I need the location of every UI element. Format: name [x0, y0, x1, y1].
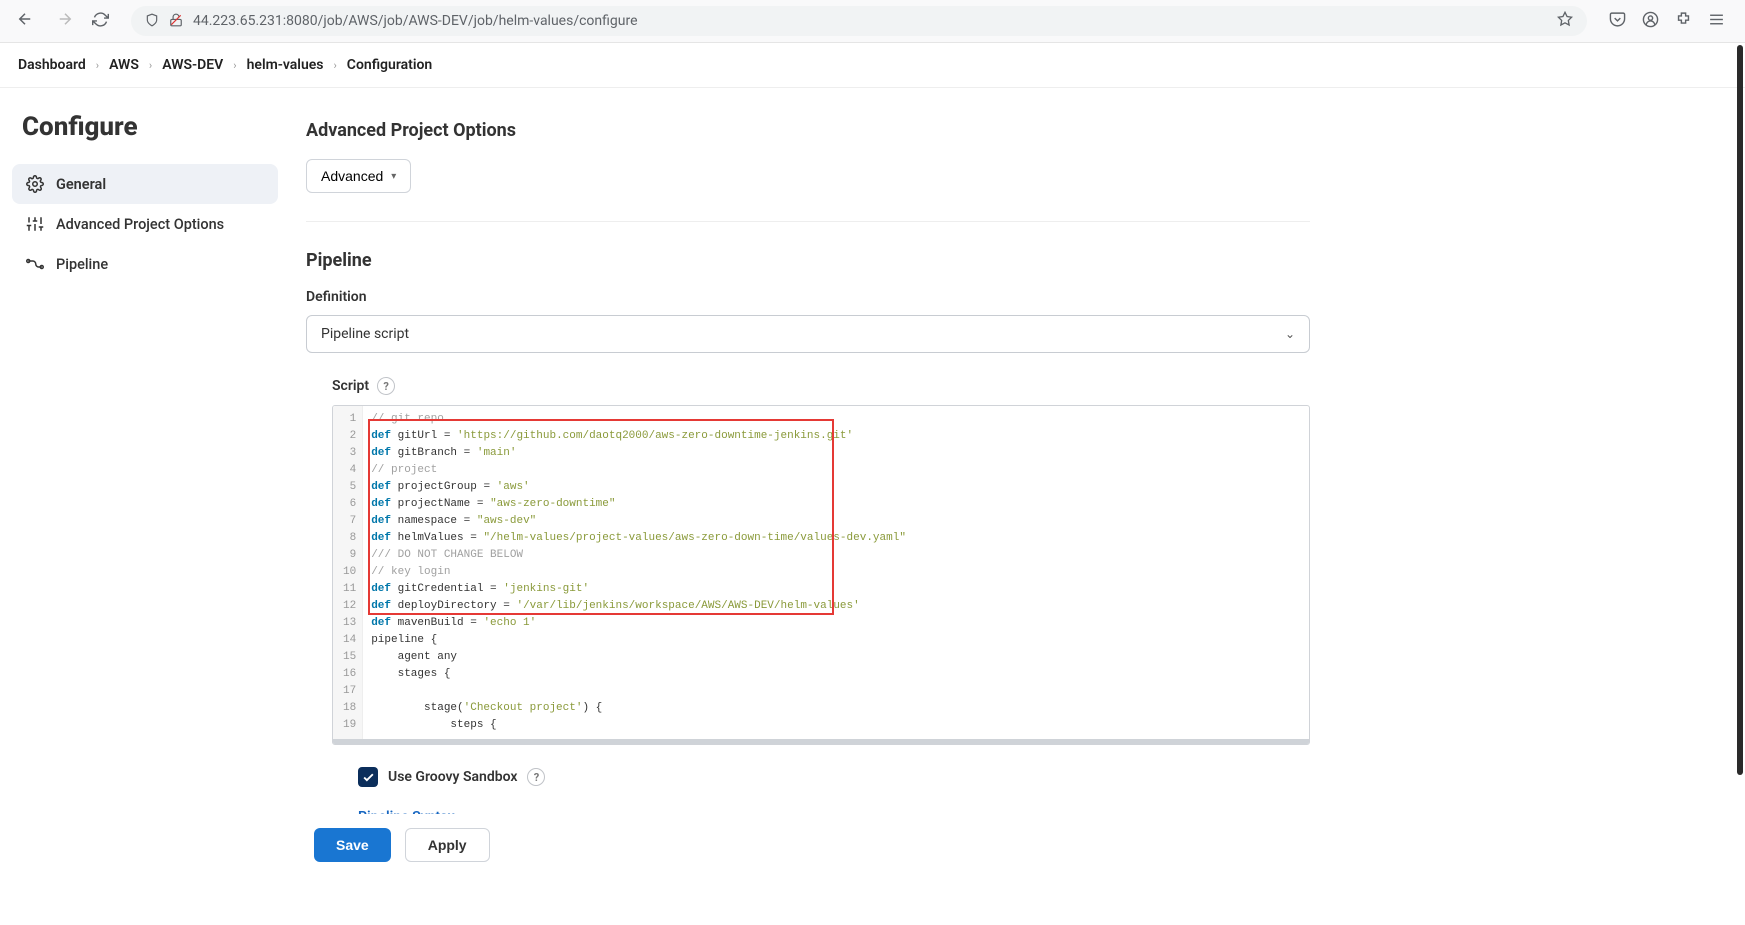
insecure-icon [169, 12, 183, 31]
breadcrumb-item[interactable]: Configuration [347, 57, 432, 73]
gear-icon [26, 175, 44, 193]
pipeline-icon [26, 255, 44, 273]
page-title: Configure [22, 112, 278, 142]
browser-toolbar: 44.223.65.231:8080/job/AWS/job/AWS-DEV/j… [0, 0, 1745, 43]
chevron-right-icon: › [149, 59, 152, 72]
apply-button[interactable]: Apply [405, 828, 490, 862]
action-bar: Save Apply [290, 814, 1745, 876]
chevron-right-icon: › [96, 59, 99, 72]
pocket-icon[interactable] [1609, 11, 1626, 32]
sidebar: Configure General Advanced Project Optio… [0, 88, 290, 925]
save-button[interactable]: Save [314, 828, 391, 862]
sidebar-item-advanced[interactable]: Advanced Project Options [12, 204, 278, 244]
divider [306, 221, 1310, 222]
help-icon[interactable]: ? [377, 377, 395, 395]
editor-resize-handle[interactable] [333, 739, 1309, 744]
shield-icon [145, 12, 159, 31]
line-gutter: 12345678910111213141516171819 [333, 406, 363, 739]
chevron-right-icon: › [333, 59, 336, 72]
section-heading-advanced: Advanced Project Options [306, 120, 1310, 141]
advanced-toggle-button[interactable]: Advanced ▾ [306, 159, 411, 193]
address-bar[interactable]: 44.223.65.231:8080/job/AWS/job/AWS-DEV/j… [131, 6, 1587, 36]
breadcrumb-item[interactable]: Dashboard [18, 57, 86, 73]
code-area[interactable]: // git repodef gitUrl = 'https://github.… [363, 406, 1309, 739]
forward-button[interactable] [52, 6, 78, 36]
sliders-icon [26, 215, 44, 233]
section-heading-pipeline: Pipeline [306, 250, 1310, 271]
groovy-sandbox-checkbox[interactable] [358, 767, 378, 787]
sidebar-item-label: General [56, 176, 106, 193]
sidebar-item-pipeline[interactable]: Pipeline [12, 244, 278, 284]
breadcrumb-item[interactable]: AWS-DEV [162, 57, 223, 73]
sidebar-item-label: Pipeline [56, 256, 108, 273]
sidebar-item-general[interactable]: General [12, 164, 278, 204]
url-text: 44.223.65.231:8080/job/AWS/job/AWS-DEV/j… [193, 13, 1547, 29]
browser-right-icons [1609, 11, 1733, 32]
sidebar-item-label: Advanced Project Options [56, 216, 224, 233]
main-content: Advanced Project Options Advanced ▾ Pipe… [290, 88, 1350, 925]
breadcrumb-item[interactable]: AWS [109, 57, 139, 73]
sandbox-label: Use Groovy Sandbox [388, 769, 517, 785]
breadcrumb: Dashboard › AWS › AWS-DEV › helm-values … [0, 43, 1745, 88]
back-button[interactable] [12, 6, 38, 36]
chevron-down-icon: ⌄ [1285, 327, 1295, 341]
scrollbar-thumb[interactable] [1737, 45, 1743, 775]
reload-button[interactable] [92, 11, 109, 32]
script-editor[interactable]: 12345678910111213141516171819 // git rep… [332, 405, 1310, 745]
chevron-down-icon: ▾ [391, 171, 396, 182]
bookmark-icon[interactable] [1557, 11, 1573, 31]
chevron-right-icon: › [233, 59, 236, 72]
definition-value: Pipeline script [321, 326, 409, 342]
menu-icon[interactable] [1708, 11, 1725, 32]
definition-select[interactable]: Pipeline script ⌄ [306, 315, 1310, 353]
account-icon[interactable] [1642, 11, 1659, 32]
help-icon[interactable]: ? [527, 768, 545, 786]
definition-label: Definition [306, 289, 1310, 305]
breadcrumb-item[interactable]: helm-values [247, 57, 324, 73]
extensions-icon[interactable] [1675, 11, 1692, 32]
script-label: Script [332, 378, 369, 394]
advanced-button-label: Advanced [321, 168, 383, 184]
